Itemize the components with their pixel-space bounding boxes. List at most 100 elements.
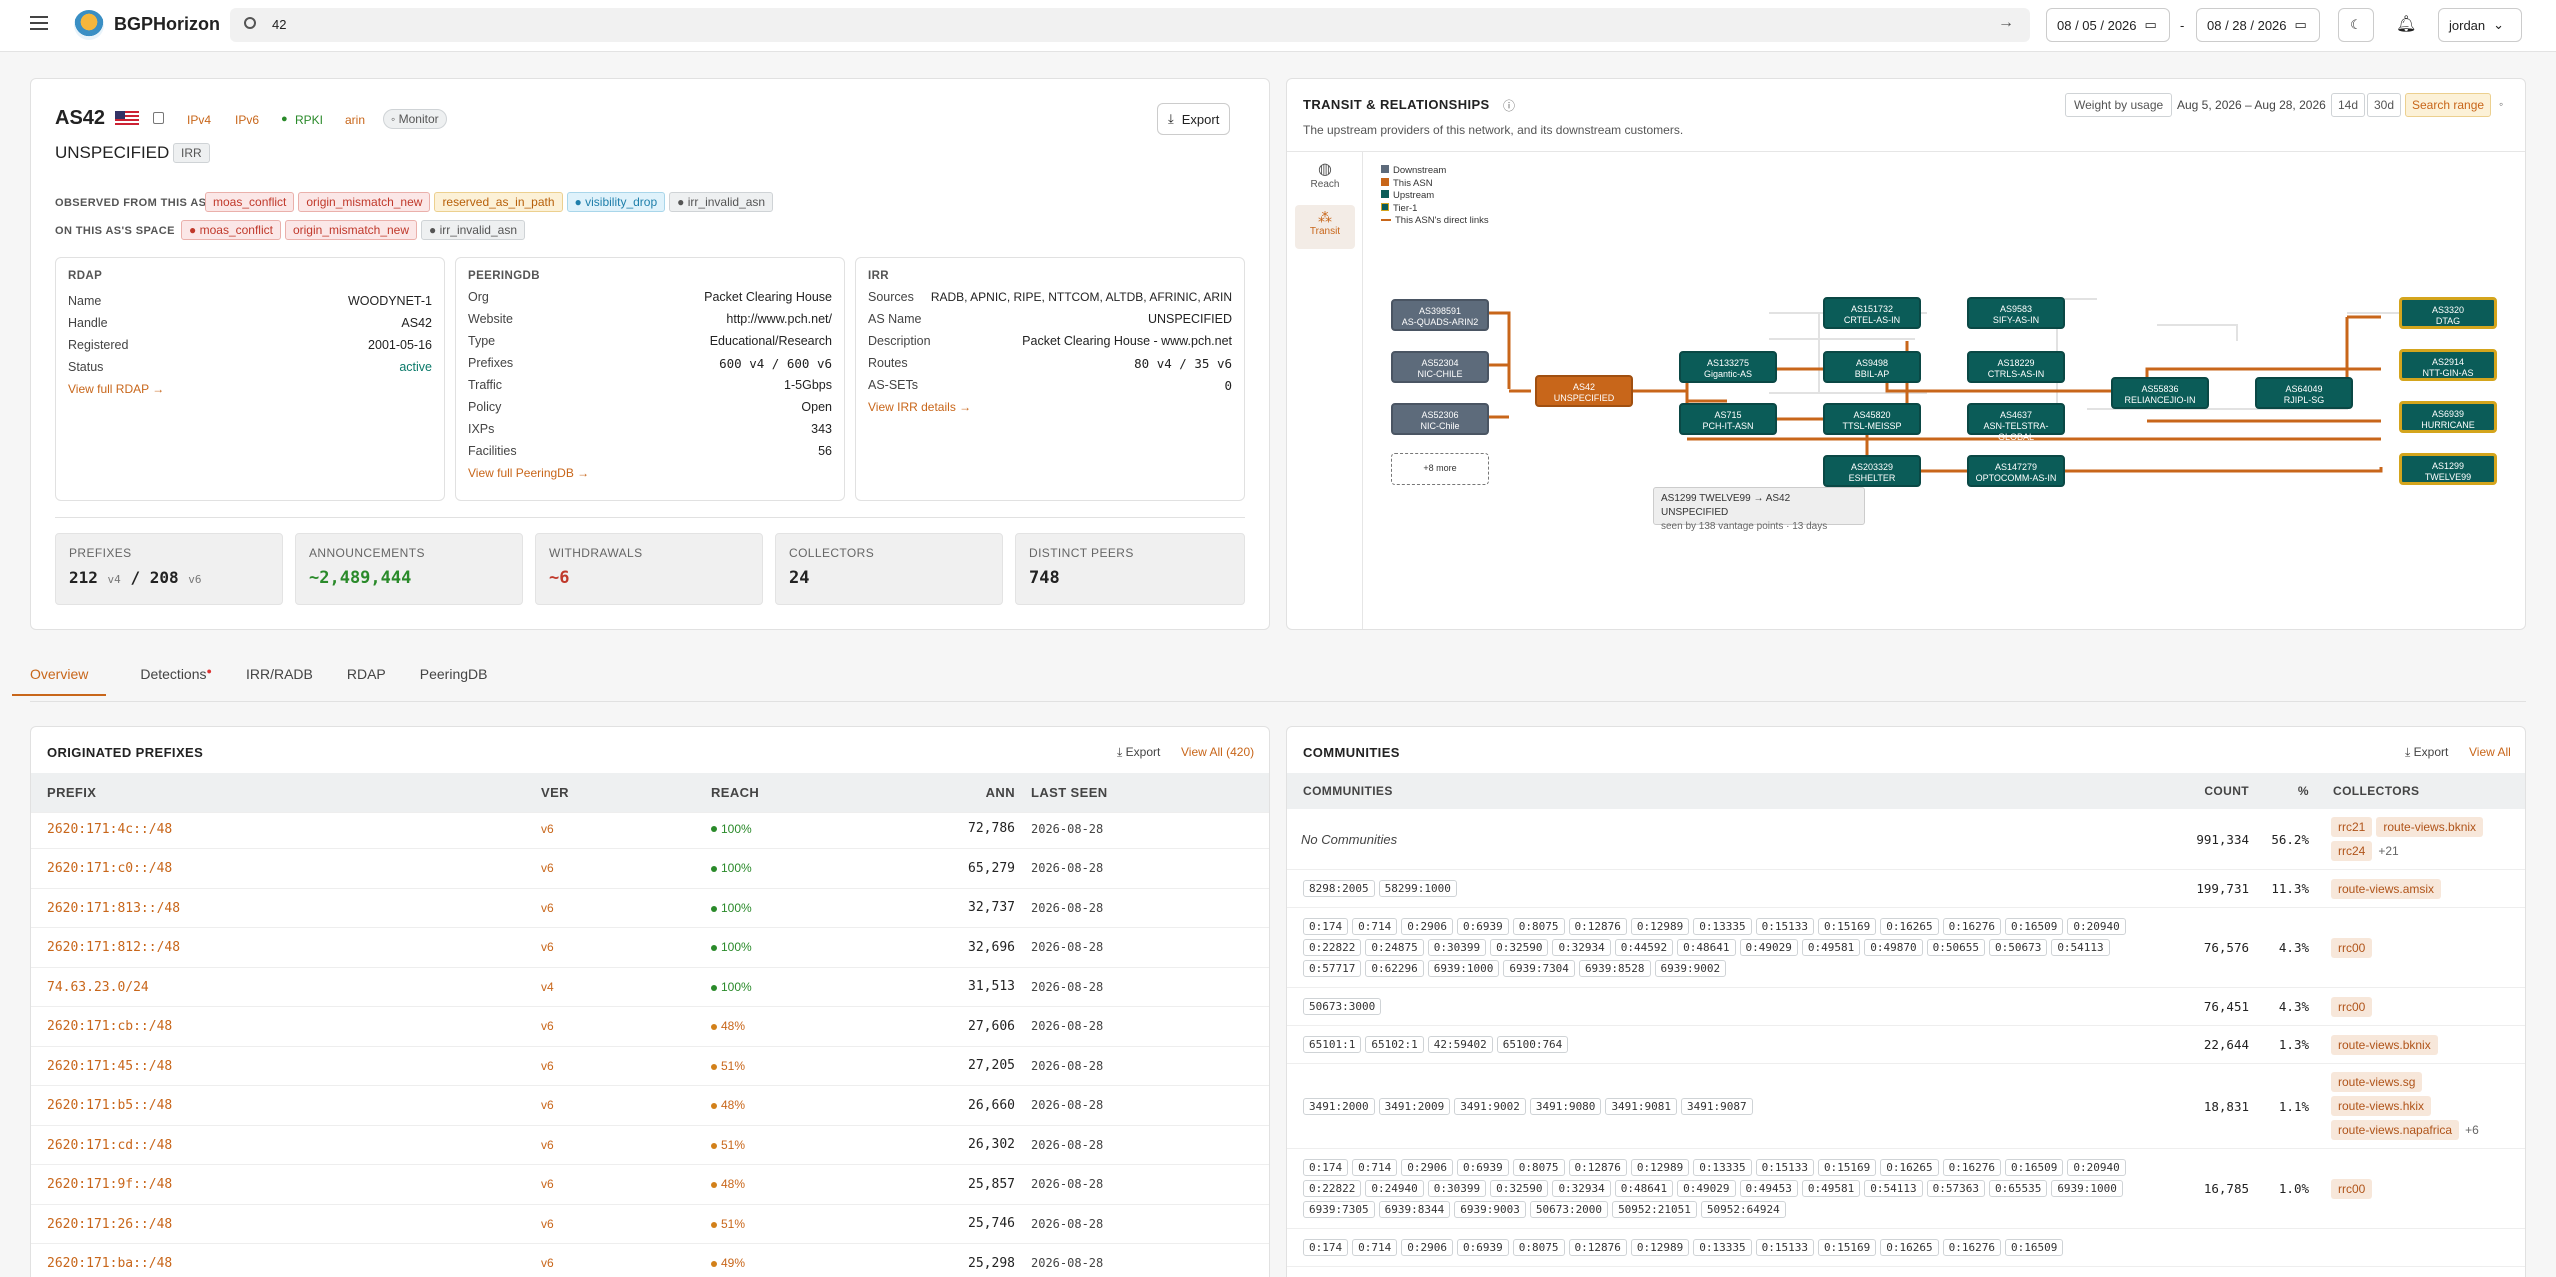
collector-chip[interactable]: rrc00 [2331, 996, 2373, 1017]
collector-chip[interactable]: rrc00 [2331, 937, 2373, 958]
community-chip[interactable]: 0:8075 [1512, 1159, 1565, 1176]
community-chip[interactable]: 0:6939 [1457, 918, 1509, 935]
community-chip[interactable]: 0:2906 [1401, 1239, 1453, 1256]
graph-node[interactable]: AS151732 CRTEL-AS-IN [1823, 297, 1921, 329]
table-row[interactable]: 2620:171:cd::/48 v6 51% 26,302 2026-08-2… [31, 1125, 1269, 1165]
prefix-link[interactable]: 2620:171:c0::/48 [47, 861, 172, 876]
prefixes-export-button[interactable]: ⤓ Export [1117, 745, 1160, 760]
community-chip[interactable]: 0:2906 [1401, 1159, 1453, 1176]
community-chip[interactable]: 6939:1000 [1427, 960, 1500, 977]
table-row[interactable]: No Communities 991,334 56.2% rrc21 route-… [1287, 809, 2525, 870]
graph-node-tier1[interactable]: AS2914 NTT-GIN-AS [2399, 349, 2497, 381]
detection-tag[interactable]: ● moas_conflict [181, 220, 281, 240]
tab-peeringdb[interactable]: PeeringDB [420, 666, 488, 696]
website-link[interactable]: http://www.pch.net/ [726, 312, 832, 326]
search-bar[interactable]: 42 → [230, 8, 2030, 42]
collector-chip[interactable]: route-views.napafrica [2331, 1120, 2460, 1140]
table-row[interactable]: 2620:171:cb::/48 v6 48% 27,606 2026-08-2… [31, 1006, 1269, 1047]
community-chip[interactable]: 0:49453 [1739, 1180, 1798, 1197]
community-chip[interactable]: 0:12989 [1630, 918, 1690, 935]
community-chip[interactable]: 0:57363 [1926, 1180, 1985, 1197]
community-chip[interactable]: 0:62296 [1365, 960, 1424, 977]
community-chip[interactable]: 3491:2009 [1378, 1097, 1451, 1115]
community-chip[interactable]: 0:174 [1303, 1239, 1349, 1256]
graph-node-tier1[interactable]: AS3320 DTAG [2399, 297, 2497, 329]
prefix-link[interactable]: 2620:171:ba::/48 [47, 1256, 172, 1271]
community-chip[interactable]: 0:49581 [1801, 1180, 1861, 1197]
community-chip[interactable]: 0:22822 [1303, 1180, 1362, 1197]
community-chip[interactable]: 0:20940 [2067, 918, 2126, 935]
detection-tag[interactable]: ● irr_invalid_asn [669, 192, 774, 212]
table-row[interactable]: 2620:171:ba::/48 v6 49% 25,298 2026-08-2… [31, 1243, 1269, 1277]
graph-node[interactable]: AS9498 BBIL-AP [1823, 351, 1921, 383]
community-chip[interactable]: 6939:8344 [1378, 1201, 1451, 1218]
community-chip[interactable]: 6939:7304 [1503, 960, 1575, 977]
community-chip[interactable]: 0:15169 [1817, 1239, 1877, 1256]
community-chip[interactable]: 0:16509 [2005, 1239, 2064, 1256]
community-chip[interactable]: 0:15169 [1817, 1159, 1877, 1176]
collector-chip[interactable]: route-views.bknix [2331, 1034, 2438, 1055]
graph-node[interactable]: AS203329 ESHELTER [1823, 455, 1921, 487]
prefixes-view-all[interactable]: View All (420) [1181, 745, 1254, 759]
community-chip[interactable]: 3491:9087 [1681, 1097, 1753, 1115]
table-row[interactable]: 2620:171:813::/48 v6 100% 32,737 2026-08… [31, 888, 1269, 928]
prefix-link[interactable]: 2620:171:45::/48 [47, 1059, 172, 1074]
community-chip[interactable]: 0:12876 [1568, 1239, 1627, 1256]
community-chip[interactable]: 6939:7305 [1303, 1201, 1375, 1218]
graph-node[interactable]: AS64049 RJIPL-SG [2255, 377, 2353, 409]
graph-node[interactable]: AS55836 RELIANCEJIO-IN [2111, 377, 2209, 409]
community-chip[interactable]: 0:49029 [1739, 939, 1798, 956]
community-chip[interactable]: 0:6939 [1457, 1239, 1509, 1256]
brand-name[interactable]: BGPHorizon [114, 14, 220, 35]
graph-node[interactable]: AS4637 ASN-TELSTRA-GLOBAL [1967, 403, 2065, 442]
community-chip[interactable]: 6939:9002 [1654, 960, 1727, 977]
peeringdb-link[interactable]: View full PeeringDB → [468, 466, 832, 480]
community-chip[interactable]: 0:13335 [1693, 1239, 1752, 1256]
graph-node[interactable]: AS398591 AS-QUADS-ARIN2 [1391, 299, 1489, 331]
prefix-link[interactable]: 2620:171:cb::/48 [47, 1019, 172, 1034]
detection-tag[interactable]: origin_mismatch_new [298, 192, 431, 212]
collector-chip[interactable]: rrc21 [2331, 817, 2373, 837]
collector-chip[interactable]: rrc00 [2331, 1178, 2373, 1199]
community-chip[interactable]: 0:714 [1352, 918, 1398, 935]
graph-node-tier1[interactable]: AS1299 TWELVE99 [2399, 453, 2497, 485]
community-chip[interactable]: 0:16509 [2005, 918, 2064, 935]
community-chip[interactable]: 0:12876 [1568, 918, 1627, 935]
community-chip[interactable]: 65101:1 [1303, 1036, 1362, 1053]
community-chip[interactable]: 0:22822 [1303, 939, 1362, 956]
community-chip[interactable]: 0:8075 [1512, 918, 1565, 935]
community-chip[interactable]: 0:15133 [1755, 1159, 1814, 1176]
community-chip[interactable]: 0:8075 [1512, 1239, 1565, 1256]
prefix-link[interactable]: 2620:171:4c::/48 [47, 822, 172, 837]
community-chip[interactable]: 0:16276 [1942, 1159, 2002, 1176]
tab-overview[interactable]: Overview [12, 666, 107, 696]
community-chip[interactable]: 58299:1000 [1378, 880, 1457, 897]
detection-tag[interactable]: reserved_as_in_path [434, 192, 563, 212]
prefix-link[interactable]: 2620:171:26::/48 [47, 1217, 172, 1232]
communities-view-all[interactable]: View All [2469, 745, 2511, 759]
theme-toggle-button[interactable]: ☾ [2338, 8, 2374, 42]
community-chip[interactable]: 0:714 [1352, 1239, 1398, 1256]
graph-node-tier1[interactable]: AS6939 HURRICANE [2399, 401, 2497, 433]
menu-icon[interactable] [30, 16, 48, 30]
prefix-link[interactable]: 2620:171:9f::/48 [47, 1177, 172, 1192]
community-chip[interactable]: 42:59402 [1427, 1036, 1493, 1053]
graph-node[interactable]: AS133275 Gigantic-AS [1679, 351, 1777, 383]
community-chip[interactable]: 0:12989 [1630, 1159, 1690, 1176]
community-chip[interactable]: 0:50655 [1926, 939, 1985, 956]
tab-rdap[interactable]: RDAP [347, 666, 386, 696]
tab-irr-radb[interactable]: IRR/RADB [246, 666, 313, 696]
table-row[interactable]: 2620:171:812::/48 v6 100% 32,696 2026-08… [31, 927, 1269, 968]
table-row[interactable]: 2620:171:b5::/48 v6 48% 26,660 2026-08-2… [31, 1085, 1269, 1126]
export-button[interactable]: ⤓ Export [1157, 103, 1231, 135]
community-chip[interactable]: 0:16265 [1880, 1159, 1939, 1176]
community-chip[interactable]: 0:15169 [1817, 918, 1877, 935]
community-chip[interactable]: 0:65535 [1988, 1180, 2048, 1197]
community-chip[interactable]: 8298:2005 [1303, 880, 1375, 897]
prefix-link[interactable]: 74.63.23.0/24 [47, 980, 149, 995]
search-input[interactable]: 42 [272, 17, 286, 32]
community-chip[interactable]: 0:15133 [1755, 1239, 1814, 1256]
more-collectors[interactable]: +6 [2465, 1123, 2479, 1137]
copy-icon[interactable] [153, 112, 164, 124]
community-chip[interactable]: 0:54113 [2051, 939, 2110, 956]
